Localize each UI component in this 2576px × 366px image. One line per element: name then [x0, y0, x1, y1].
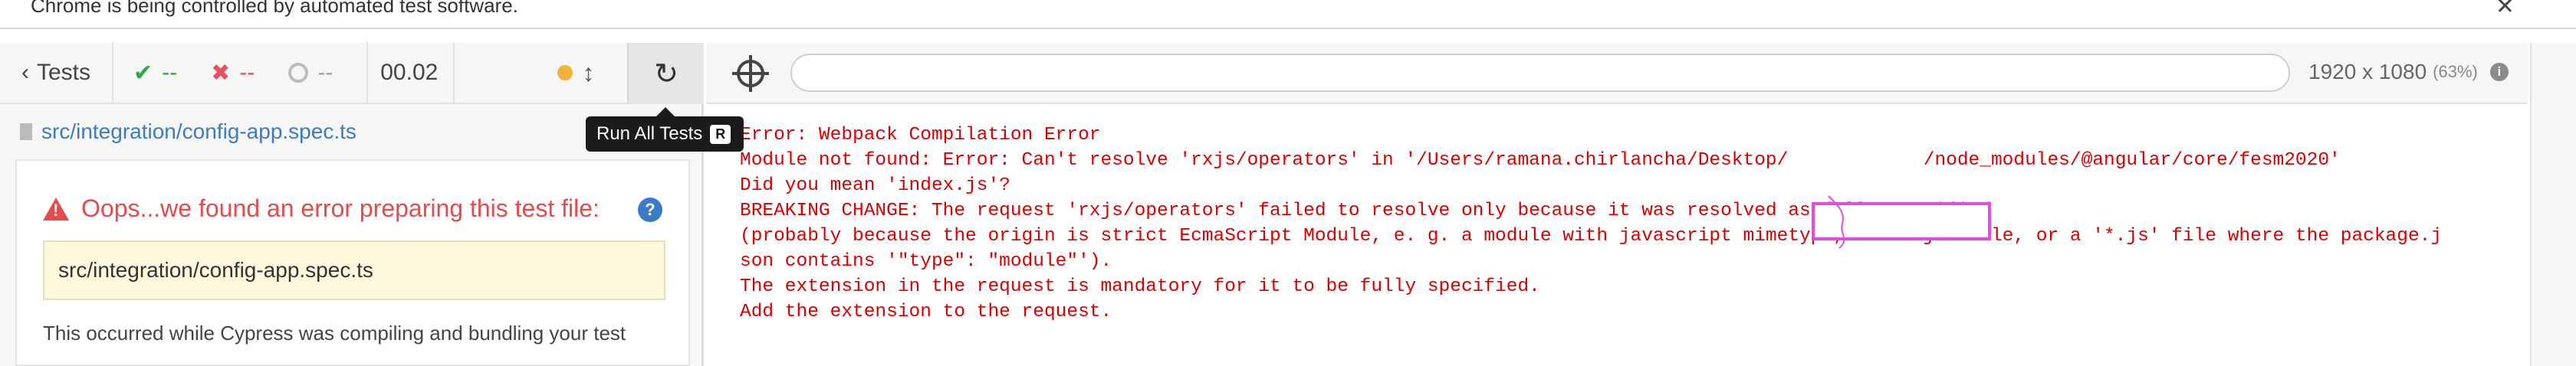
error-line: (probably because the origin is strict E…: [740, 226, 2443, 247]
redaction-box: [1812, 195, 1991, 249]
info-icon[interactable]: i: [2489, 63, 2509, 81]
error-line: Error: Webpack Compilation Error: [740, 125, 1101, 145]
error-spec-file: src/integration/config-app.spec.ts: [43, 240, 665, 300]
warning-icon: [43, 197, 69, 221]
error-line: son contains '"type": "module"').: [740, 251, 1112, 272]
passed-stat: ✔ --: [133, 60, 177, 87]
rerun-icon: ↻: [654, 57, 678, 90]
close-icon[interactable]: ✕: [2496, 0, 2515, 21]
x-icon: ✖: [211, 60, 231, 86]
file-icon: [20, 123, 32, 140]
test-stats: ✔ -- ✖ -- -- 00.02 ↕: [113, 42, 627, 103]
tooltip-shortcut-key: R: [710, 124, 731, 144]
url-bar: 1920 x 1080 (63%) i: [706, 43, 2528, 104]
right-scroll-gutter: [2530, 43, 2576, 366]
passed-count: --: [162, 60, 178, 85]
error-line: Add the extension to the request.: [740, 302, 1112, 322]
error-line: The extension in the request is mandator…: [740, 276, 1540, 297]
auto-scroll-toggle[interactable]: ↕: [557, 59, 594, 87]
viewport-size: 1920 x 1080: [2308, 60, 2427, 83]
automation-banner: Chrome is being controlled by automated …: [0, 0, 2576, 29]
webpack-error-output: Error: Webpack Compilation Error Module n…: [740, 123, 2442, 325]
status-dot-icon: [557, 65, 573, 80]
help-icon[interactable]: ?: [638, 198, 662, 222]
spec-path-text: src/integration/config-app.spec.ts: [41, 119, 356, 143]
spec-path-link[interactable]: src/integration/config-app.spec.ts: [20, 119, 356, 144]
reporter-panel: ‹ Tests ✔ -- ✖ -- -- 00.02 ↕ ↻ src/integ…: [0, 42, 704, 366]
tests-button[interactable]: ‹ Tests: [0, 42, 113, 103]
check-icon: ✔: [133, 60, 153, 86]
failed-stat: ✖ --: [211, 60, 255, 87]
selector-playground-icon[interactable]: [732, 55, 769, 92]
duration: 00.02: [366, 42, 455, 103]
error-line: Did you mean 'index.js'?: [740, 175, 1010, 196]
url-input[interactable]: [790, 54, 2290, 92]
chevron-left-icon: ‹: [21, 60, 29, 85]
viewport-scale: (63%): [2433, 62, 2478, 81]
automation-banner-text: Chrome is being controlled by automated …: [31, 0, 518, 17]
tooltip-label: Run All Tests: [596, 123, 703, 144]
pending-circle-icon: [288, 63, 309, 83]
error-panel: Oops...we found an error preparing this …: [15, 159, 690, 366]
error-line: Module not found: Error: Can't resolve '…: [740, 150, 2341, 171]
run-all-tests-tooltip: Run All Tests R: [586, 107, 744, 152]
scribble-icon: [1828, 195, 1845, 249]
reporter-header: ‹ Tests ✔ -- ✖ -- -- 00.02 ↕ ↻: [0, 42, 704, 104]
error-title-text: Oops...we found an error preparing this …: [81, 194, 600, 222]
run-all-tests-button[interactable]: ↻: [627, 43, 704, 104]
error-occurred-text: This occurred while Cypress was compilin…: [43, 322, 626, 345]
tests-button-label: Tests: [37, 60, 91, 85]
failed-count: --: [239, 60, 255, 85]
error-title: Oops...we found an error preparing this …: [43, 194, 600, 223]
pending-count: --: [317, 60, 334, 85]
runner-panel: 1920 x 1080 (63%) i Error: Webpack Compi…: [706, 43, 2528, 366]
error-line: BREAKING CHANGE: The request 'rxjs/opera…: [740, 201, 1991, 221]
viewport-info: 1920 x 1080 (63%) i: [2308, 60, 2509, 84]
up-down-arrows-icon: ↕: [582, 58, 595, 87]
pending-stat: --: [288, 60, 333, 86]
